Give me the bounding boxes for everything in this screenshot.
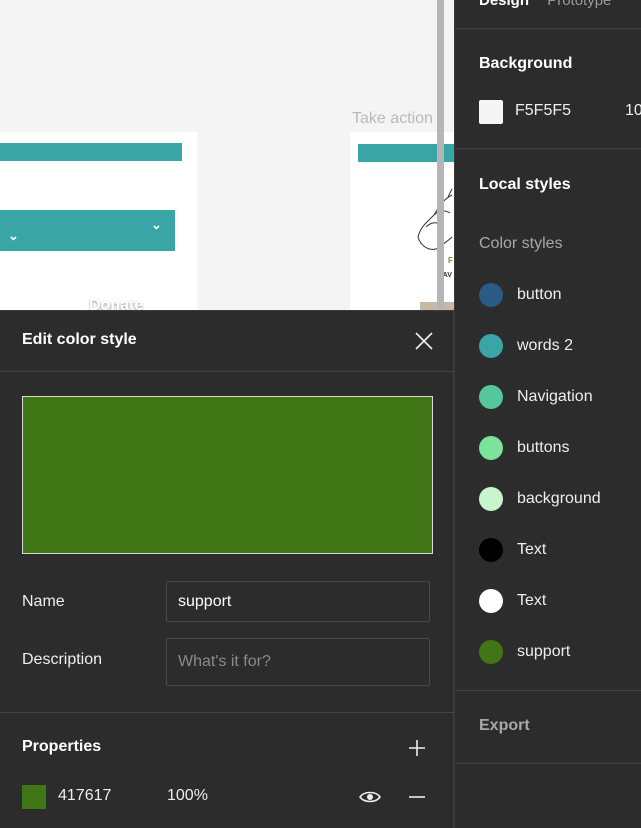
background-opacity[interactable]: 10: [625, 102, 641, 120]
canvas-scrollbar[interactable]: [437, 0, 444, 310]
design-panel: Design Prototype Background F5F5F5 10 Lo…: [454, 0, 641, 828]
panel-tabs: Design Prototype: [479, 0, 611, 9]
dialog-title: Edit color style: [22, 331, 137, 348]
color-style-navigation[interactable]: Navigation: [479, 383, 639, 411]
description-input[interactable]: [166, 638, 430, 686]
color-styles-title: Color styles: [479, 235, 563, 252]
color-style-label: support: [517, 643, 571, 660]
divider: [0, 712, 454, 713]
color-swatch: [479, 538, 503, 562]
frame-label-take-action[interactable]: Take action: [352, 110, 433, 128]
background-hex[interactable]: F5F5F5: [515, 102, 571, 120]
chevron-down-icon: ⌄: [8, 228, 19, 243]
color-style-button[interactable]: button: [479, 281, 639, 309]
color-style-text-black[interactable]: Text: [479, 536, 639, 564]
divider: [455, 28, 641, 29]
name-input[interactable]: [166, 581, 430, 622]
color-swatch: [479, 385, 503, 409]
edit-color-style-dialog: Edit color style Name Description Proper…: [0, 310, 454, 828]
export-section-title[interactable]: Export: [479, 717, 530, 735]
minus-icon[interactable]: [405, 785, 429, 809]
plus-icon[interactable]: [405, 736, 429, 760]
color-preview[interactable]: [22, 396, 433, 554]
properties-title: Properties: [22, 738, 102, 755]
color-style-support[interactable]: support: [479, 638, 639, 666]
color-style-label: button: [517, 286, 562, 303]
background-title: Background: [479, 55, 573, 72]
tab-prototype[interactable]: Prototype: [547, 0, 611, 9]
tab-design[interactable]: Design: [479, 0, 529, 9]
color-style-label: background: [517, 490, 601, 507]
color-style-label: words 2: [517, 337, 574, 354]
property-color-swatch[interactable]: [22, 785, 46, 809]
property-hex-value[interactable]: 417617: [58, 787, 111, 805]
divider: [0, 371, 454, 372]
chevron-down-icon: ⌄: [151, 217, 162, 232]
color-swatch: [479, 589, 503, 613]
color-swatch: [479, 334, 503, 358]
close-icon[interactable]: [412, 329, 436, 353]
color-swatch: [479, 487, 503, 511]
color-style-label: Text: [517, 541, 547, 558]
color-style-label: buttons: [517, 439, 570, 456]
description-label: Description: [22, 651, 103, 668]
color-style-text-white[interactable]: Text: [479, 587, 639, 615]
divider: [455, 148, 641, 149]
local-styles-title: Local styles: [479, 176, 571, 193]
illustration-text: F: [448, 256, 453, 265]
color-style-background[interactable]: background: [479, 485, 639, 513]
header-bar: [0, 143, 182, 161]
frame-home[interactable]: ⌄ Donate ⌄: [0, 132, 197, 332]
nav-bar: ⌄ Donate ⌄: [0, 210, 175, 314]
divider: [455, 763, 641, 764]
name-label: Name: [22, 593, 65, 610]
color-style-buttons[interactable]: buttons: [479, 434, 639, 462]
color-swatch: [479, 283, 503, 307]
hand-illustration: [417, 188, 453, 250]
color-style-label: Navigation: [517, 388, 593, 405]
property-opacity-value[interactable]: 100%: [167, 787, 208, 805]
divider: [455, 690, 641, 691]
color-swatch: [479, 436, 503, 460]
color-style-words-2[interactable]: words 2: [479, 332, 639, 360]
eye-icon[interactable]: [358, 785, 382, 809]
color-swatch: [479, 640, 503, 664]
background-swatch[interactable]: [479, 100, 503, 124]
color-style-label: Text: [517, 592, 547, 609]
